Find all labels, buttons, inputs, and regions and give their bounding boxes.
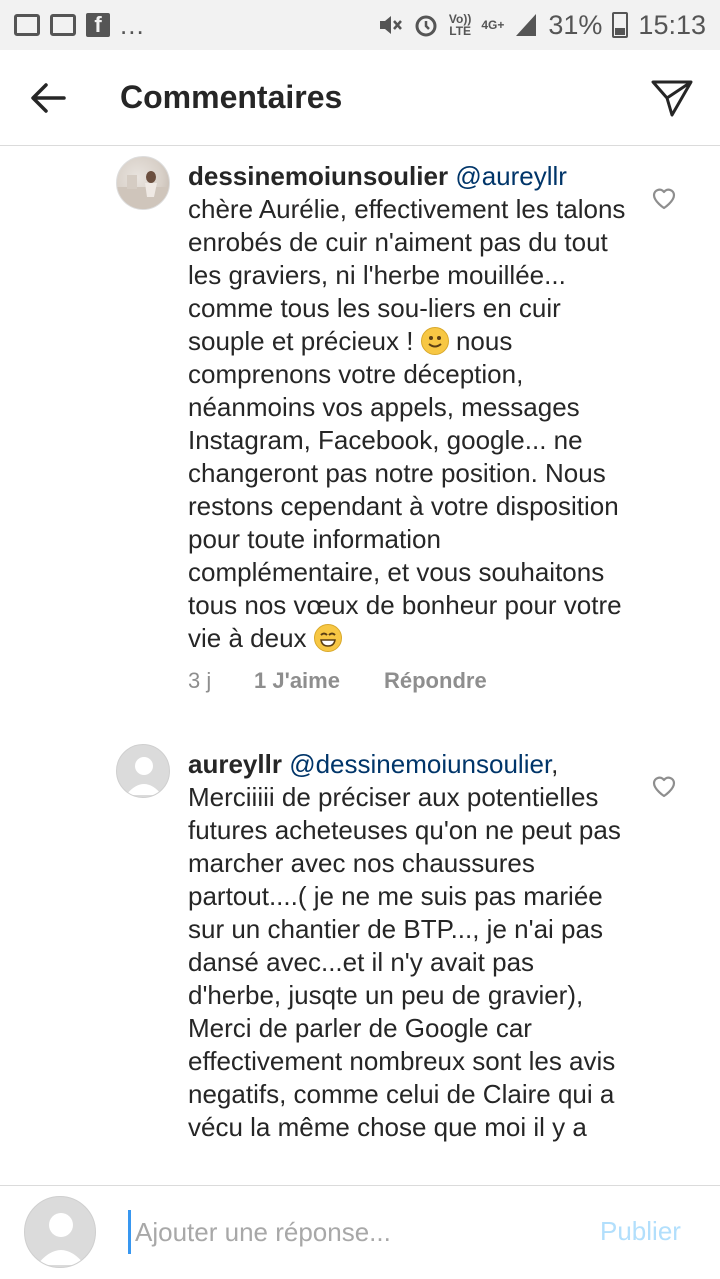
comment-body: chère Aurélie, effectivement les talons … — [188, 194, 626, 356]
clock: 15:13 — [638, 9, 706, 40]
comment-mention[interactable]: @dessinemoiunsoulier — [289, 749, 551, 779]
network-type: 4G+ — [481, 18, 505, 32]
smile-emoji-icon — [420, 327, 449, 355]
facebook-icon: f — [86, 13, 110, 37]
settings-icon — [50, 14, 76, 36]
reply-input[interactable] — [128, 1210, 568, 1254]
comment-body: Merciiiii de préciser aux potentielles f… — [188, 782, 621, 1142]
header: Commentaires — [0, 50, 720, 146]
comment-meta: 3 j 1 J'aime Répondre — [188, 668, 487, 694]
direct-send-icon — [651, 80, 693, 116]
avatar[interactable] — [116, 156, 170, 210]
page-title: Commentaires — [120, 79, 343, 115]
grin-emoji-icon — [313, 624, 342, 652]
comment-time: 3 j — [188, 668, 212, 693]
comment-text: aureyllr @dessinemoiunsoulier, Merciiiii… — [188, 748, 628, 1144]
likes-count-button[interactable]: 1 J'aime — [254, 668, 384, 694]
back-arrow-icon — [31, 82, 66, 113]
reply-bar: Publier — [0, 1185, 720, 1279]
back-button[interactable] — [0, 50, 96, 146]
comment-username[interactable]: dessinemoiunsoulier — [188, 161, 448, 191]
comment-body: nous comprenons votre déception, néanmoi… — [188, 326, 622, 653]
share-button[interactable] — [624, 50, 720, 146]
battery-icon — [612, 12, 629, 38]
signal-icon — [516, 14, 537, 36]
battery-level: 31% — [548, 9, 603, 40]
mention-suffix: , — [551, 749, 559, 779]
comment-text: dessinemoiunsoulier @aureyllr chère Auré… — [188, 160, 628, 655]
avatar[interactable] — [116, 744, 170, 798]
comment-mention[interactable]: @aureyllr — [455, 161, 567, 191]
mute-icon — [379, 16, 402, 34]
comment-username[interactable]: aureyllr — [188, 749, 282, 779]
more-notifications: ... — [120, 9, 145, 40]
publish-button[interactable]: Publier — [600, 1216, 681, 1247]
heart-icon[interactable] — [650, 772, 678, 800]
status-bar: f ... Vo)) LTE 4G+ 31% 15:13 — [0, 0, 720, 50]
image-icon — [14, 14, 40, 36]
alarm-icon — [415, 15, 437, 37]
current-user-avatar — [24, 1196, 96, 1268]
heart-icon[interactable] — [650, 184, 678, 212]
reply-button[interactable]: Répondre — [384, 668, 487, 694]
volte-indicator: Vo)) LTE — [448, 12, 472, 38]
